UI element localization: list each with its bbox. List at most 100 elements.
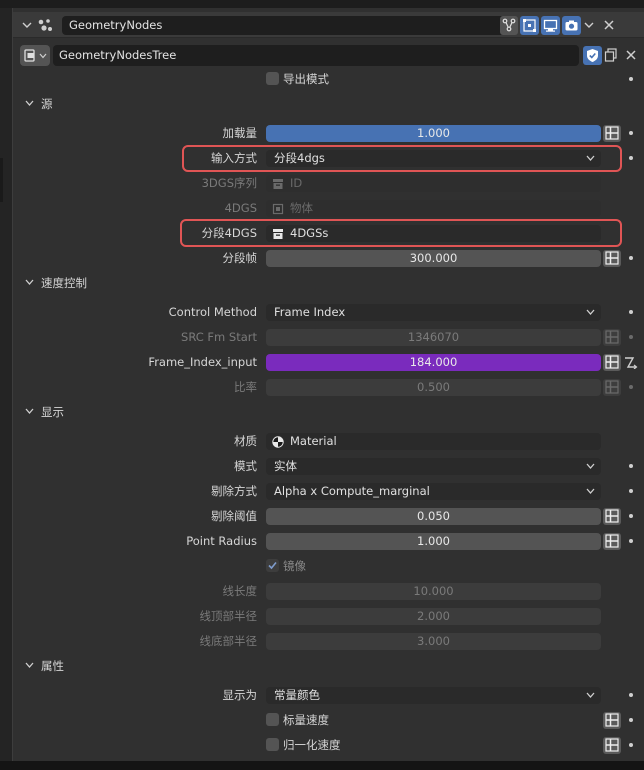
editmode-toggle[interactable] xyxy=(520,16,539,35)
modifier-panel: GeometryNodes GeometryNodesTree 导出模式 源 加… xyxy=(12,8,644,761)
input-socket-toggle[interactable] xyxy=(603,379,621,396)
modifier-header: GeometryNodes xyxy=(13,12,644,38)
render-toggle[interactable] xyxy=(562,16,581,35)
left-sidebar-strip xyxy=(0,8,12,761)
export-mode-checkbox[interactable] xyxy=(266,72,279,85)
line-bottom-radius-field[interactable]: 3.000 xyxy=(266,633,601,650)
dgs4-field[interactable]: 物体 xyxy=(266,200,601,217)
frame-index-input-label: Frame_Index_input xyxy=(148,355,257,369)
chevron-down-icon[interactable] xyxy=(584,20,594,30)
keyframe-dot[interactable] xyxy=(629,743,633,747)
keyframe-dot[interactable] xyxy=(629,131,633,135)
dgs3-seq-label: 3DGS序列 xyxy=(201,176,257,190)
highlight-input-method xyxy=(182,145,622,172)
seg-frame-label: 分段帧 xyxy=(222,251,258,265)
fake-user-toggle[interactable] xyxy=(583,46,602,65)
node-tree-name-field[interactable]: GeometryNodesTree xyxy=(53,45,579,66)
material-label: 材质 xyxy=(234,434,257,448)
point-radius-field[interactable]: 1.000 xyxy=(266,533,601,550)
cull-threshold-label: 剔除阈值 xyxy=(211,509,257,523)
material-value: Material xyxy=(290,434,337,448)
keyframe-dot[interactable] xyxy=(629,385,633,389)
chevron-down-icon xyxy=(586,488,595,494)
frame-index-input-row: Frame_Index_input 184.000 xyxy=(13,350,644,375)
section-attributes-header[interactable]: 属性 xyxy=(13,654,644,679)
cull-method-label: 剔除方式 xyxy=(211,484,257,498)
load-amount-label: 加载量 xyxy=(222,126,258,140)
input-socket-toggle[interactable] xyxy=(603,508,621,525)
line-length-field[interactable]: 10.000 xyxy=(266,583,601,600)
socket-toggle-icon xyxy=(605,355,619,369)
realtime-icon xyxy=(543,19,558,32)
node-tree-browse-button[interactable] xyxy=(20,45,50,66)
input-socket-toggle[interactable] xyxy=(603,329,621,346)
close-icon[interactable] xyxy=(603,19,615,31)
src-fm-start-field[interactable]: 1346070 xyxy=(266,329,601,346)
keyframe-dot[interactable] xyxy=(629,539,633,543)
socket-toggle-icon xyxy=(605,126,619,140)
point-radius-row: Point Radius 1.000 xyxy=(13,529,644,554)
input-socket-toggle[interactable] xyxy=(603,737,621,754)
display-as-dropdown[interactable]: 常量颜色 xyxy=(266,687,601,704)
frame-index-input-field[interactable]: 184.000 xyxy=(266,354,601,371)
driver-icon[interactable] xyxy=(624,356,638,369)
sidebar-marker xyxy=(0,158,3,202)
keyframe-dot[interactable] xyxy=(629,718,633,722)
normalize-speed-label: 归一化速度 xyxy=(283,738,341,752)
point-radius-label: Point Radius xyxy=(186,534,257,548)
mirror-row: 镜像 xyxy=(13,554,644,579)
scalar-speed-checkbox[interactable] xyxy=(266,713,279,726)
dgs3-seq-value: ID xyxy=(290,176,303,190)
mirror-checkbox[interactable] xyxy=(266,559,279,572)
material-field[interactable]: Material xyxy=(266,433,601,450)
mode-dropdown[interactable]: 实体 xyxy=(266,458,601,475)
normalize-speed-checkbox[interactable] xyxy=(266,738,279,751)
keyframe-dot[interactable] xyxy=(629,77,633,81)
geometry-nodes-icon xyxy=(38,19,52,31)
collapse-chevron-icon[interactable] xyxy=(22,20,32,30)
line-top-radius-field[interactable]: 2.000 xyxy=(266,608,601,625)
section-chevron-icon xyxy=(25,662,34,668)
input-socket-toggle[interactable] xyxy=(603,125,621,142)
export-mode-row: 导出模式 xyxy=(13,67,644,92)
line-top-radius-label: 线顶部半径 xyxy=(199,609,258,623)
unlink-close-icon[interactable] xyxy=(625,49,637,61)
socket-toggle-icon xyxy=(605,380,619,394)
cull-method-dropdown[interactable]: Alpha x Compute_marginal xyxy=(266,483,601,500)
node-tree-button[interactable] xyxy=(500,16,518,35)
keyframe-dot[interactable] xyxy=(629,489,633,493)
keyframe-dot[interactable] xyxy=(629,335,633,339)
seg-frame-field[interactable]: 300.000 xyxy=(266,250,601,267)
input-socket-toggle[interactable] xyxy=(603,712,621,729)
input-socket-toggle[interactable] xyxy=(603,250,621,267)
keyframe-dot[interactable] xyxy=(629,464,633,468)
cull-threshold-field[interactable]: 0.050 xyxy=(266,508,601,525)
shield-icon xyxy=(587,49,598,62)
chevron-down-icon xyxy=(586,309,595,315)
checkmark-icon xyxy=(268,561,277,570)
control-method-dropdown[interactable]: Frame Index xyxy=(266,304,601,321)
dgs3-seq-field[interactable]: ID xyxy=(266,175,601,192)
input-socket-toggle[interactable] xyxy=(603,533,621,550)
section-source-header[interactable]: 源 xyxy=(13,92,644,117)
mode-row: 模式 实体 xyxy=(13,454,644,479)
keyframe-dot[interactable] xyxy=(629,256,633,260)
input-socket-toggle[interactable] xyxy=(603,354,621,371)
keyframe-dot[interactable] xyxy=(629,310,633,314)
section-display-header[interactable]: 显示 xyxy=(13,400,644,425)
duplicate-icon[interactable] xyxy=(604,48,618,62)
section-chevron-icon xyxy=(25,279,34,285)
realtime-toggle[interactable] xyxy=(541,16,560,35)
modifier-name-field[interactable]: GeometryNodes xyxy=(62,16,510,35)
keyframe-dot[interactable] xyxy=(629,514,633,518)
keyframe-dot[interactable] xyxy=(629,693,633,697)
ratio-label: 比率 xyxy=(234,380,257,394)
keyframe-dot[interactable] xyxy=(629,156,633,160)
highlight-seg-4dgs xyxy=(180,219,622,247)
load-amount-field[interactable]: 1.000 xyxy=(266,125,601,142)
ratio-field[interactable]: 0.500 xyxy=(266,379,601,396)
scalar-speed-row: 标量速度 xyxy=(13,708,644,733)
dgs4-value: 物体 xyxy=(290,201,313,215)
dgs3-seq-row: 3DGS序列 ID xyxy=(13,171,644,196)
section-speed-header[interactable]: 速度控制 xyxy=(13,271,644,296)
